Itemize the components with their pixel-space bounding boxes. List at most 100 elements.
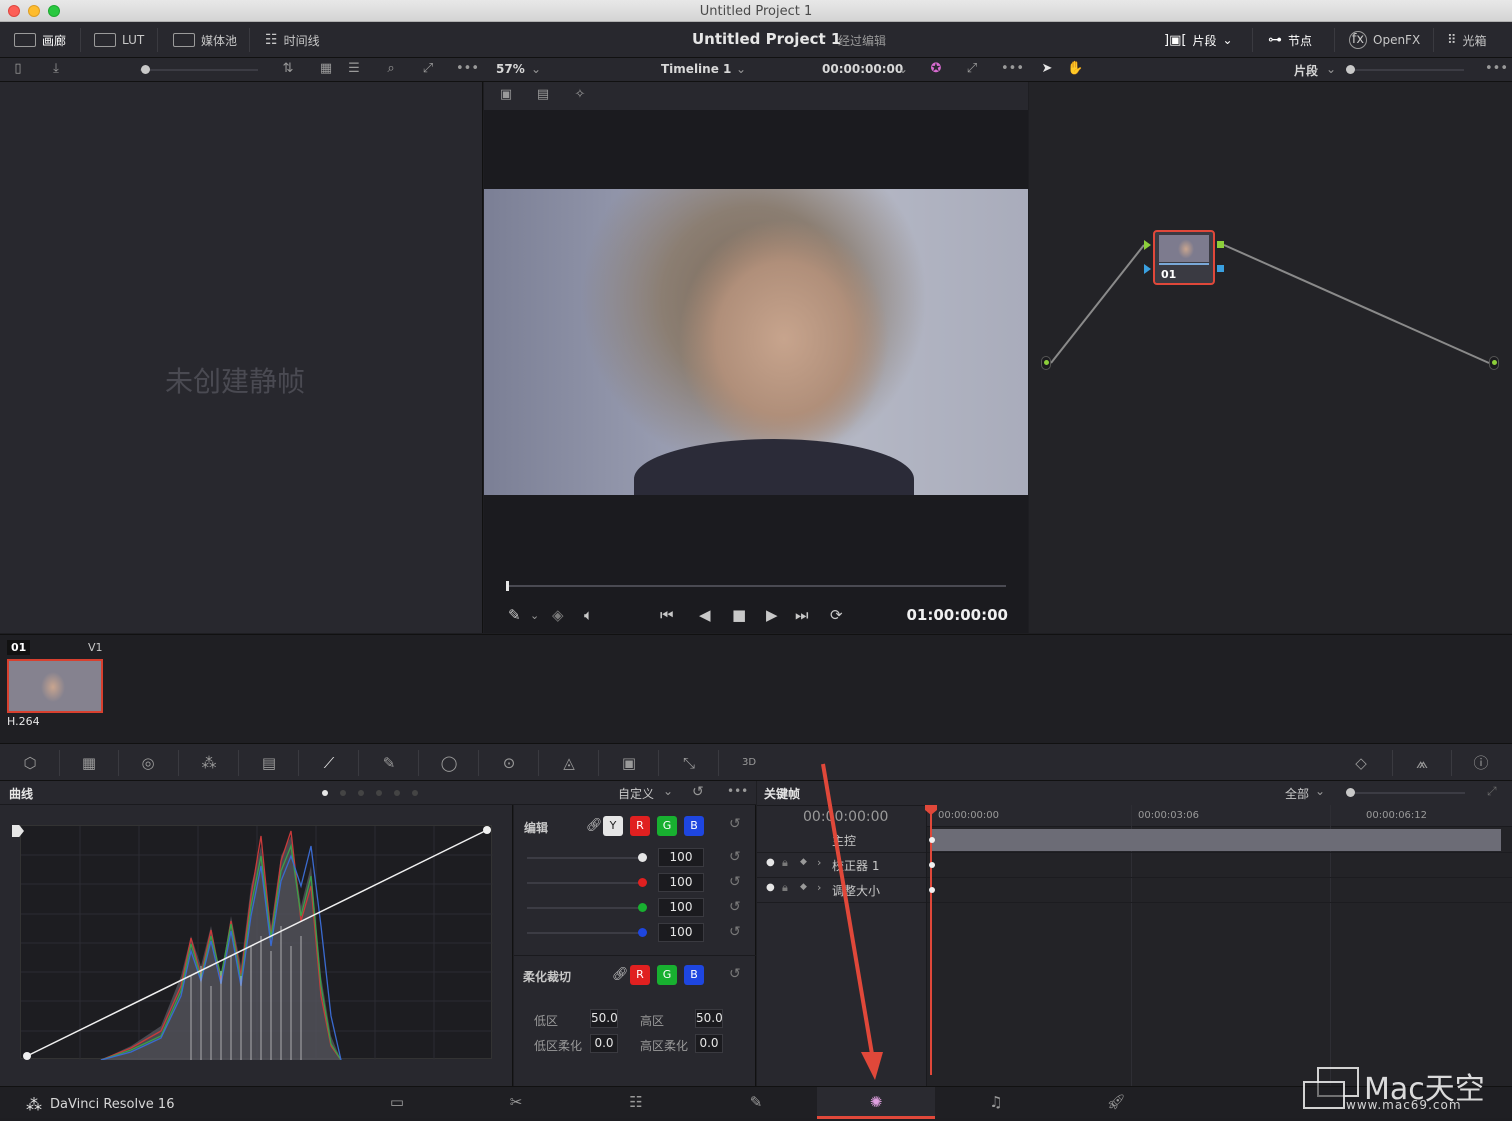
fairlight-page-icon[interactable]: ♫ <box>983 1093 1009 1113</box>
clip-mode-button[interactable]: ]▣[片段 ⌄ <box>1164 30 1233 50</box>
keyframes-icon[interactable]: ◇ <box>1350 753 1372 773</box>
gallery-button[interactable]: 画廊 <box>14 30 66 50</box>
window-icon[interactable]: ◯ <box>438 753 460 773</box>
stop-icon[interactable]: ■ <box>732 606 746 624</box>
keyframe-diamond-icon[interactable]: ◆ <box>800 857 807 867</box>
keyframe-diamond-icon[interactable]: ◆ <box>800 882 807 892</box>
play-icon[interactable]: ▶ <box>766 606 778 624</box>
sidebar-toggle-icon[interactable]: ▯ <box>10 62 26 76</box>
grid-view-icon[interactable]: ▦ <box>318 62 334 76</box>
r-intensity-knob[interactable] <box>638 878 647 887</box>
g-intensity-knob[interactable] <box>638 903 647 912</box>
viewer-timecode-top[interactable]: 00:00:00:00 <box>822 62 903 76</box>
rgb-mixer-icon[interactable]: ⁂ <box>198 753 220 773</box>
lut-button[interactable]: LUT <box>94 30 144 50</box>
qualifier-icon[interactable]: ✎ <box>378 753 400 773</box>
play-reverse-icon[interactable]: ◀ <box>699 606 711 624</box>
dot-icon[interactable]: ● <box>766 857 775 868</box>
sort-icon[interactable]: ⇅ <box>280 62 296 76</box>
openfx-button[interactable]: fx OpenFX <box>1349 30 1420 50</box>
reset-icon[interactable]: ↺ <box>729 849 741 865</box>
sizing-icon[interactable]: ⤡ <box>678 753 700 773</box>
more-icon[interactable]: ••• <box>727 784 748 798</box>
curves-mode-selector[interactable]: 自定义 <box>618 785 654 802</box>
node-editor[interactable]: 01 <box>1029 82 1512 633</box>
keyframes-filter[interactable]: 全部 <box>1285 785 1309 802</box>
color-page-tab[interactable]: ✺ <box>817 1087 935 1119</box>
keyframe-playhead[interactable] <box>930 805 932 1075</box>
reset-icon[interactable]: ↺ <box>729 874 741 890</box>
color-bypass-icon[interactable]: ✪ <box>928 62 944 76</box>
grab-still-icon[interactable]: ⤓ <box>48 62 64 76</box>
key-icon[interactable]: ▣ <box>618 753 640 773</box>
expand-icon[interactable]: ⤢ <box>1487 784 1497 799</box>
color-wheels-icon[interactable]: ◎ <box>137 753 159 773</box>
b-intensity-value[interactable]: 100 <box>658 923 704 942</box>
chevron-down-icon[interactable]: ⌄ <box>736 62 746 76</box>
g-intensity-slider[interactable] <box>527 907 645 909</box>
channel-g-button[interactable]: G <box>657 816 677 836</box>
list-view-icon[interactable]: ☰ <box>346 62 362 76</box>
edit-page-icon[interactable]: ☷ <box>623 1093 649 1113</box>
keyframe-zoom-knob[interactable] <box>1346 788 1355 797</box>
high-soft-value[interactable]: 0.0 <box>695 1034 723 1053</box>
motion-effects-icon[interactable]: ▤ <box>258 753 280 773</box>
loop-icon[interactable]: ⟳ <box>830 606 843 624</box>
reset-icon[interactable]: ↺ <box>729 816 741 832</box>
hand-icon[interactable]: ✋ <box>1067 62 1083 76</box>
eyedropper-icon[interactable]: ✎ <box>508 606 521 624</box>
chevron-down-icon[interactable]: ⌄ <box>531 62 541 76</box>
y-intensity-knob[interactable] <box>638 853 647 862</box>
node-zoom-knob[interactable] <box>1346 65 1355 74</box>
blur-icon[interactable]: ◬ <box>558 753 580 773</box>
link-icon[interactable]: 🔗︎ <box>586 818 603 833</box>
scopes-icon[interactable]: ⩕ <box>1411 753 1433 773</box>
reset-icon[interactable]: ↺ <box>729 966 741 982</box>
scrubber-handle[interactable] <box>506 581 509 591</box>
soft-clip-r-button[interactable]: R <box>630 965 650 985</box>
lock-icon[interactable]: 🔒︎ <box>782 856 788 870</box>
keyframe-marker[interactable] <box>929 887 935 893</box>
channel-y-button[interactable]: Y <box>603 816 623 836</box>
magic-wand-icon[interactable]: ✧ <box>572 88 588 102</box>
chevron-down-icon[interactable]: ⌄ <box>898 62 908 76</box>
keyframe-marker[interactable] <box>929 862 935 868</box>
layers-icon[interactable]: ◈ <box>552 606 564 624</box>
fullscreen-icon[interactable]: ⤢ <box>964 62 980 76</box>
reset-icon[interactable]: ↺ <box>692 784 704 800</box>
keyframe-zoom-slider[interactable] <box>1347 792 1465 794</box>
camera-raw-icon[interactable]: ⬡ <box>19 753 41 773</box>
master-track-bar[interactable] <box>931 829 1501 851</box>
nodes-button[interactable]: ⊶ 节点 <box>1268 30 1312 50</box>
video-frame[interactable] <box>484 189 1028 495</box>
dot-icon[interactable]: ● <box>766 882 775 893</box>
link-icon[interactable]: 🔗︎ <box>612 967 629 982</box>
go-to-end-icon[interactable]: ⏭︎ <box>795 606 809 624</box>
single-view-icon[interactable]: ▣ <box>498 88 514 102</box>
chevron-down-icon[interactable]: ⌄ <box>530 609 539 622</box>
more-icon[interactable]: ••• <box>1001 62 1024 76</box>
color-match-icon[interactable]: ▦ <box>78 753 100 773</box>
info-icon[interactable]: ⓘ <box>1470 753 1492 773</box>
timeline-selector[interactable]: Timeline 1 <box>661 62 731 76</box>
cut-page-icon[interactable]: ✂ <box>503 1093 529 1113</box>
fusion-page-icon[interactable]: ✎ <box>743 1093 769 1113</box>
y-intensity-slider[interactable] <box>527 857 645 859</box>
y-intensity-value[interactable]: 100 <box>658 848 704 867</box>
chevron-down-icon[interactable]: ⌄ <box>1315 784 1325 798</box>
playhead-scrubber[interactable] <box>506 585 1006 587</box>
lock-icon[interactable]: 🔒︎ <box>782 881 788 895</box>
go-to-start-icon[interactable]: ⏮︎ <box>660 606 674 624</box>
volume-icon[interactable]: 🔈︎ <box>584 606 593 624</box>
expand-icon[interactable]: ⤢ <box>420 62 436 76</box>
r-intensity-slider[interactable] <box>527 882 645 884</box>
pointer-icon[interactable]: ➤ <box>1039 62 1055 76</box>
keyframe-marker[interactable] <box>929 837 935 843</box>
channel-r-button[interactable]: R <box>630 816 650 836</box>
b-intensity-knob[interactable] <box>638 928 647 937</box>
low-soft-value[interactable]: 0.0 <box>590 1034 618 1053</box>
r-intensity-value[interactable]: 100 <box>658 873 704 892</box>
deliver-page-icon[interactable]: 🚀︎ <box>1103 1093 1129 1113</box>
g-intensity-value[interactable]: 100 <box>658 898 704 917</box>
curves-page-dots[interactable] <box>322 790 418 796</box>
